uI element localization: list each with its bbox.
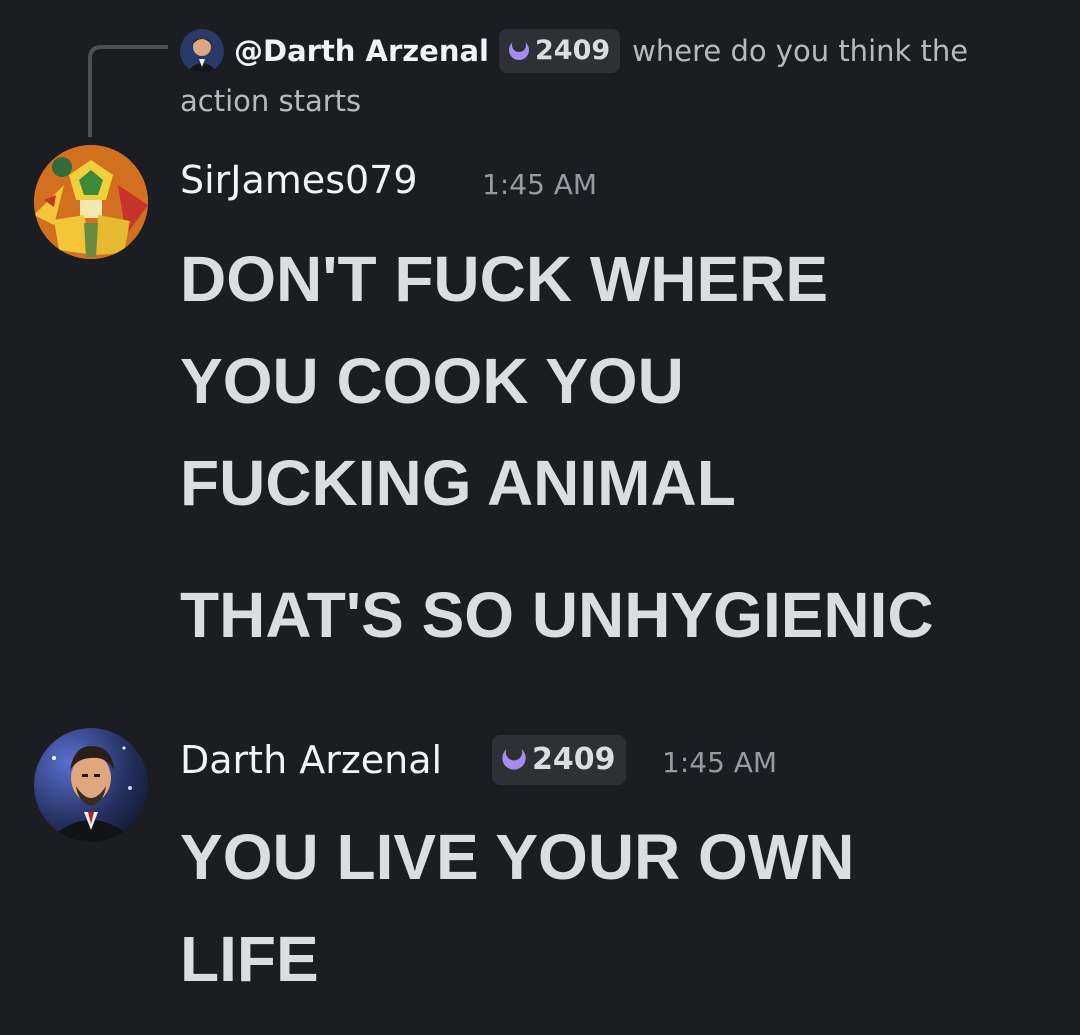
message-line: LIFE xyxy=(180,923,319,995)
message-line: DON'T FUCK WHERE xyxy=(180,243,829,315)
message-line: YOU COOK YOU xyxy=(180,345,684,417)
avatar-darth-arzenal[interactable] xyxy=(34,728,148,842)
crescent-moon-icon xyxy=(507,32,531,60)
timestamp[interactable]: 1:45 AM xyxy=(482,168,597,201)
reply-avatar xyxy=(180,29,224,73)
reply-badge-count: 2409 xyxy=(535,35,611,66)
crescent-moon-icon xyxy=(500,738,528,770)
chat-view: @Darth Arzenal 2409 where do you think the… xyxy=(0,0,1080,1035)
reply-mention[interactable]: @Darth Arzenal xyxy=(234,34,489,68)
reply-preview[interactable]: @Darth Arzenal 2409 where do you think the… xyxy=(180,26,1040,126)
message-line: YOU LIVE YOUR OWN xyxy=(180,821,855,893)
message-line: FUCKING ANIMAL xyxy=(180,447,736,519)
avatar-sirjames079[interactable] xyxy=(34,145,148,259)
clan-badge[interactable]: 2409 xyxy=(492,735,626,785)
badge-count: 2409 xyxy=(532,742,616,777)
username-sirjames079[interactable]: SirJames079 xyxy=(180,158,418,202)
message-followup: THAT'S SO UNHYGIENIC xyxy=(180,579,934,651)
timestamp[interactable]: 1:45 AM xyxy=(662,746,777,779)
username-darth-arzenal[interactable]: Darth Arzenal xyxy=(180,738,442,782)
reply-clan-badge[interactable]: 2409 xyxy=(499,29,621,73)
reply-connector xyxy=(88,45,168,137)
